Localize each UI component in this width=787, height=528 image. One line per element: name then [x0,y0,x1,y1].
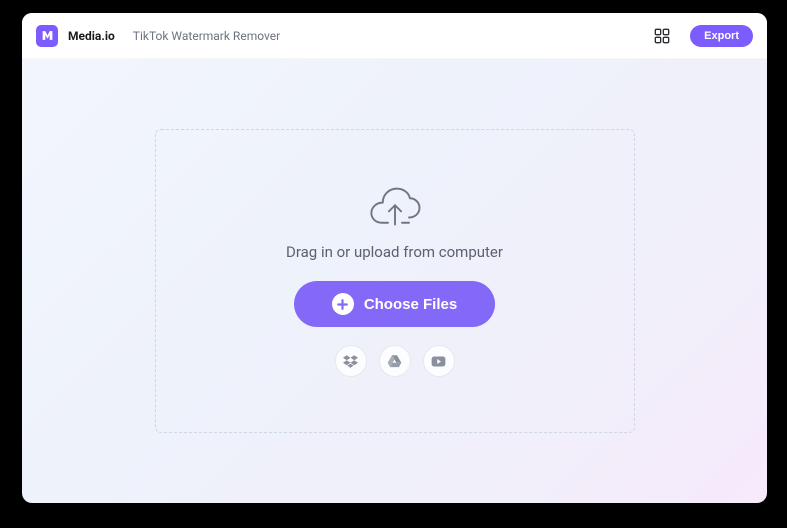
google-drive-icon [387,354,402,369]
brand-logo[interactable] [36,25,58,47]
tool-title: TikTok Watermark Remover [133,29,280,43]
choose-files-label: Choose Files [364,296,457,313]
dropzone-prompt: Drag in or upload from computer [286,243,503,261]
apps-menu-button[interactable] [654,28,670,44]
header: Media.io TikTok Watermark Remover Export [22,13,767,59]
main-area: Drag in or upload from computer Choose F… [22,59,767,503]
dropbox-button[interactable] [335,345,367,377]
brand-name: Media.io [68,29,115,43]
media-io-logo-icon [41,29,54,42]
plus-icon [332,293,354,315]
cloud-sources-row [335,345,455,377]
google-drive-button[interactable] [379,345,411,377]
apps-grid-icon [654,28,670,44]
choose-files-button[interactable]: Choose Files [294,281,495,327]
upload-dropzone[interactable]: Drag in or upload from computer Choose F… [155,129,635,433]
export-button[interactable]: Export [690,25,753,47]
cloud-upload-icon [367,185,423,229]
youtube-icon [431,354,446,369]
dropbox-icon [343,354,358,369]
youtube-button[interactable] [423,345,455,377]
app-window: Media.io TikTok Watermark Remover Export… [22,13,767,503]
